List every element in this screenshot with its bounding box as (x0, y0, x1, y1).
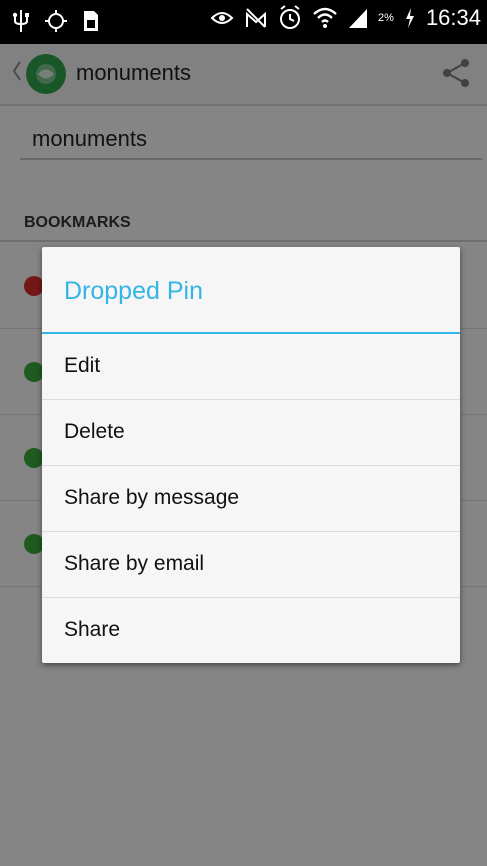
menu-item-share-by-message[interactable]: Share by message (42, 466, 460, 532)
dialog-title: Dropped Pin (64, 277, 203, 305)
alarm-icon (280, 5, 301, 29)
menu-item-label: Share by email (64, 552, 205, 575)
menu-item-label: Delete (64, 420, 125, 443)
status-bar: 2% 16:34 (0, 0, 487, 44)
eye-icon (210, 12, 234, 24)
menu-item-edit[interactable]: Edit (42, 334, 460, 400)
sim-card-icon (84, 11, 98, 31)
clock: 16:34 (425, 5, 481, 30)
battery-charging-icon (405, 8, 414, 28)
usb-icon (12, 10, 29, 32)
screen: 2% 16:34 monuments monuments BOOKMARKS D… (0, 0, 487, 866)
wifi-icon (313, 7, 337, 28)
menu-item-label: Share (64, 618, 121, 641)
menu-item-delete[interactable]: Delete (42, 400, 460, 466)
menu-item-share-by-email[interactable]: Share by email (42, 532, 460, 598)
menu-item-share[interactable]: Share (42, 598, 460, 663)
battery-percent: 2% (378, 12, 394, 24)
gps-icon (45, 10, 67, 32)
signal-icon (349, 9, 368, 28)
nfc-icon (246, 8, 267, 28)
menu-item-label: Edit (64, 354, 101, 377)
bookmark-context-dialog: Dropped Pin Edit Delete Share by message… (42, 247, 460, 663)
menu-item-label: Share by message (64, 486, 240, 509)
